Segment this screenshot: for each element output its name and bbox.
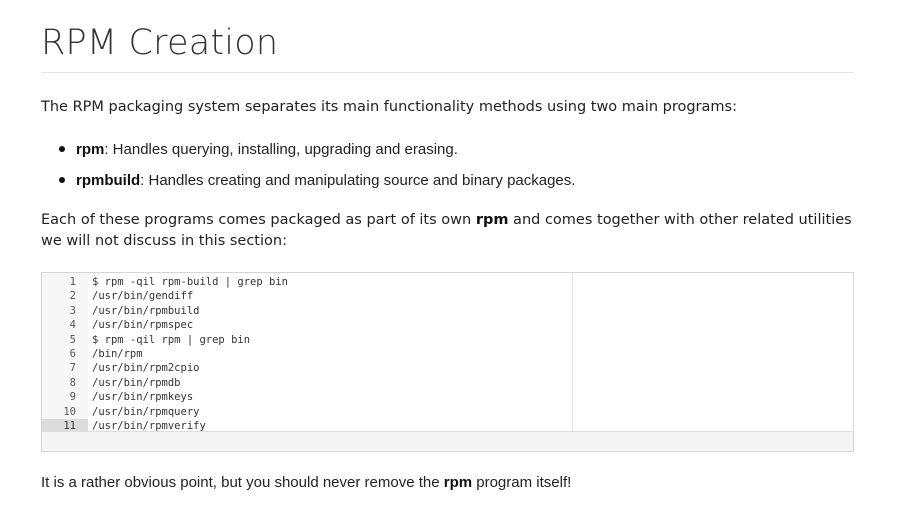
line-number: 4 bbox=[69, 319, 76, 332]
bullet-icon bbox=[59, 146, 65, 152]
code-line: 5 $ rpm -qil rpm | grep bin bbox=[42, 333, 853, 347]
line-number: 8 bbox=[69, 376, 76, 389]
code-text: /usr/bin/rpmdb bbox=[92, 376, 181, 389]
title-divider bbox=[41, 72, 854, 73]
line-number: 6 bbox=[69, 347, 76, 360]
paragraph-text: It is a rather obvious point, but you sh… bbox=[41, 474, 444, 491]
line-number: 10 bbox=[63, 405, 76, 418]
list-item-desc: : Handles creating and manipulating sour… bbox=[140, 172, 576, 189]
code-line: 9/usr/bin/rpmkeys bbox=[42, 390, 853, 404]
programs-list: rpm: Handles querying, installing, upgra… bbox=[41, 139, 575, 201]
list-item-term: rpm bbox=[76, 141, 105, 158]
closing-paragraph: It is a rather obvious point, but you sh… bbox=[41, 472, 571, 493]
line-number: 1 bbox=[69, 276, 76, 288]
code-text: /usr/bin/gendiff bbox=[92, 290, 194, 303]
line-number: 7 bbox=[69, 362, 76, 375]
code-line: 8/usr/bin/rpmdb bbox=[42, 376, 853, 390]
line-number: 2 bbox=[69, 290, 76, 303]
page-title: RPM Creation bbox=[41, 23, 279, 63]
code-text: /bin/rpm bbox=[92, 347, 143, 360]
code-text: /usr/bin/rpmspec bbox=[92, 319, 194, 332]
code-editor[interactable]: 1 $ rpm -qil rpm-build | grep bin 2/usr/bi… bbox=[42, 273, 853, 432]
list-item-rpmbuild: rpmbuild: Handles creating and manipulat… bbox=[41, 170, 575, 191]
paragraph-bold-term: rpm bbox=[443, 474, 473, 491]
code-text: /usr/bin/rpmverify bbox=[92, 419, 206, 432]
code-line: 3/usr/bin/rpmbuild bbox=[42, 304, 853, 318]
list-item-desc: : Handles querying, installing, upgradin… bbox=[104, 141, 458, 158]
code-text: /usr/bin/rpmkeys bbox=[92, 391, 194, 404]
packaging-paragraph: Each of these programs comes packaged as… bbox=[41, 210, 854, 252]
line-number: 11 bbox=[42, 418, 88, 431]
paragraph-text: Each of these programs comes packaged as… bbox=[41, 212, 476, 228]
code-text: $ rpm -qil rpm | grep bin bbox=[92, 333, 251, 346]
line-number: 3 bbox=[69, 304, 76, 317]
paragraph-text: program itself! bbox=[472, 474, 572, 491]
code-text: /usr/bin/rpm2cpio bbox=[92, 362, 200, 375]
code-text: /usr/bin/rpmbuild bbox=[92, 304, 200, 317]
intro-paragraph: The RPM packaging system separates its m… bbox=[41, 99, 737, 115]
code-line: 4/usr/bin/rpmspec bbox=[42, 318, 853, 332]
line-number: 9 bbox=[69, 391, 76, 404]
bullet-icon bbox=[59, 177, 65, 183]
code-line: 6/bin/rpm bbox=[42, 347, 853, 361]
code-viewer: 1 $ rpm -qil rpm-build | grep bin 2/usr/bi… bbox=[41, 272, 854, 452]
code-line: 7/usr/bin/rpm2cpio bbox=[42, 361, 853, 375]
code-text: /usr/bin/rpmquery bbox=[92, 405, 200, 418]
code-line: 1 $ rpm -qil rpm-build | grep bin bbox=[42, 275, 853, 289]
code-line: 10/usr/bin/rpmquery bbox=[42, 405, 853, 419]
line-number: 5 bbox=[69, 333, 76, 346]
code-lines: 1 $ rpm -qil rpm-build | grep bin 2/usr/bi… bbox=[42, 275, 853, 432]
code-line: 11/usr/bin/rpmverify bbox=[42, 418, 853, 432]
list-item-term: rpmbuild bbox=[76, 172, 141, 189]
list-item-rpm: rpm: Handles querying, installing, upgra… bbox=[41, 139, 575, 160]
code-text: $ rpm -qil rpm-build | grep bin bbox=[92, 276, 288, 288]
paragraph-bold-term: rpm bbox=[475, 212, 509, 228]
code-line: 2/usr/bin/gendiff bbox=[42, 289, 853, 303]
